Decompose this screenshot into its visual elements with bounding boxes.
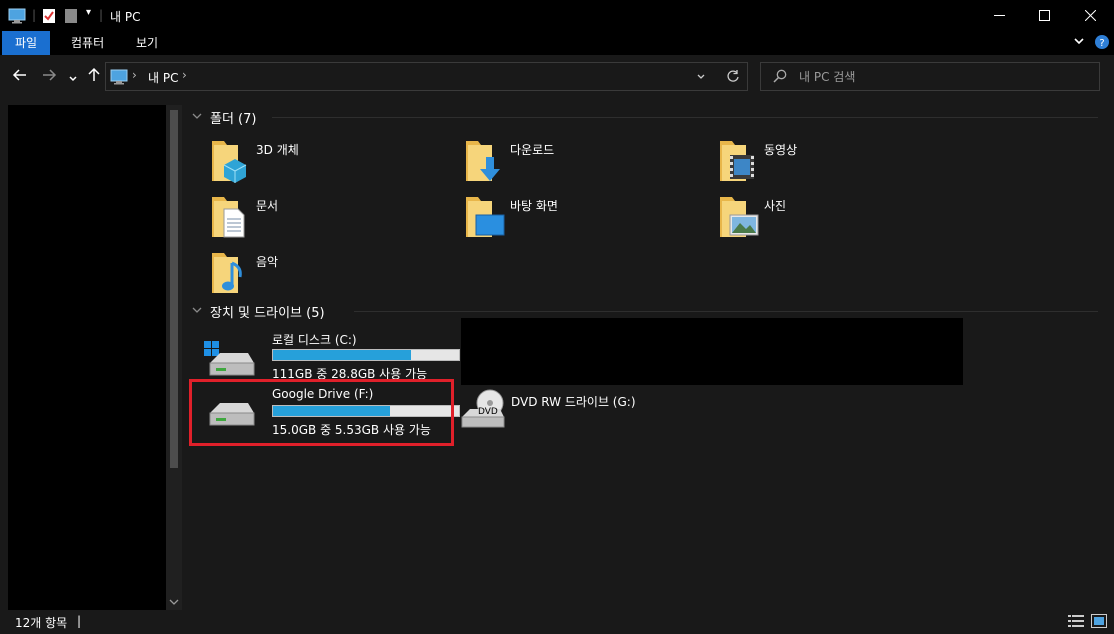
- details-view-icon[interactable]: [1068, 614, 1084, 628]
- large-icons-view-icon[interactable]: [1091, 614, 1107, 628]
- search-input[interactable]: [799, 68, 1089, 86]
- folder-label: 동영상: [764, 143, 798, 157]
- breadcrumb-separator[interactable]: ›: [132, 68, 137, 82]
- drives-group-header[interactable]: 장치 및 드라이브 (5): [192, 302, 325, 321]
- collapse-chevron-icon[interactable]: [192, 111, 202, 124]
- folder-item-videos[interactable]: 동영상: [718, 135, 938, 187]
- help-icon[interactable]: ?: [1094, 34, 1110, 53]
- status-bar: 12개 항목 |: [0, 610, 1114, 634]
- back-button[interactable]: [12, 67, 28, 87]
- windows-drive-icon: [204, 341, 256, 382]
- breadcrumb-separator[interactable]: ›: [182, 68, 187, 82]
- customize-quick-access-icon[interactable]: ▾: [86, 7, 91, 18]
- title-bar: | ▾ | 내 PC: [0, 0, 1114, 31]
- documents-icon: [210, 195, 250, 242]
- breadcrumb-location[interactable]: 내 PC: [148, 69, 178, 86]
- redacted-region: [461, 318, 963, 385]
- drive-label: 로컬 디스크 (C:): [272, 333, 357, 347]
- highlight-box: [189, 379, 454, 446]
- scrollbar-thumb[interactable]: [170, 110, 178, 468]
- scroll-down-icon[interactable]: [169, 595, 179, 609]
- drive-label: DVD RW 드라이브 (G:): [511, 395, 636, 409]
- folder-label: 문서: [256, 199, 279, 213]
- dvd-badge: DVD: [478, 407, 498, 417]
- computer-icon: [8, 8, 26, 27]
- address-bar[interactable]: › 내 PC ›: [105, 62, 748, 91]
- up-button[interactable]: [86, 67, 102, 87]
- navigation-pane-scrollbar[interactable]: [166, 105, 182, 610]
- folder-label: 3D 개체: [256, 143, 299, 157]
- folders-group-label: 폴더 (7): [210, 112, 257, 127]
- navigation-bar: › 내 PC ›: [0, 55, 1114, 99]
- drive-usage-fill: [273, 350, 411, 360]
- dvd-drive-icon: DVD: [460, 389, 506, 434]
- minimize-icon: [993, 15, 1005, 16]
- collapse-chevron-icon[interactable]: [192, 305, 202, 318]
- maximize-icon: [1038, 10, 1050, 21]
- folder-item-downloads[interactable]: 다운로드: [464, 135, 684, 187]
- close-icon: [1084, 10, 1096, 21]
- 3d-objects-icon: [210, 139, 250, 186]
- drive-item-g[interactable]: DVD DVD RW 드라이브 (G:): [460, 387, 720, 443]
- divider: |: [99, 8, 104, 22]
- videos-icon: [718, 139, 758, 186]
- back-arrow-icon: [12, 69, 26, 81]
- search-box[interactable]: [760, 62, 1100, 91]
- folder-item-desktop[interactable]: 바탕 화면: [464, 191, 684, 243]
- chevron-down-icon: [69, 76, 77, 82]
- status-separator: |: [77, 614, 82, 628]
- close-button[interactable]: [1067, 0, 1113, 31]
- item-count: 12개 항목: [15, 616, 68, 630]
- folder-item-pictures[interactable]: 사진: [718, 191, 938, 243]
- address-history-button[interactable]: [696, 71, 706, 85]
- drives-group-label: 장치 및 드라이브 (5): [210, 306, 325, 321]
- refresh-button[interactable]: [726, 69, 740, 86]
- expand-ribbon-icon[interactable]: [1073, 35, 1085, 50]
- forward-button[interactable]: [41, 67, 57, 87]
- svg-text:?: ?: [1099, 38, 1104, 49]
- folder-label: 바탕 화면: [510, 199, 558, 213]
- maximize-button[interactable]: [1021, 0, 1067, 31]
- folder-item-3d-objects[interactable]: 3D 개체: [210, 135, 430, 187]
- pictures-icon: [718, 195, 760, 242]
- ribbon-tabs: 파일 컴퓨터 보기 ?: [0, 31, 1114, 55]
- divider: |: [32, 8, 37, 22]
- folder-label: 음악: [256, 255, 279, 269]
- tab-view[interactable]: 보기: [123, 31, 171, 55]
- folder-item-music[interactable]: 음악: [210, 247, 430, 299]
- new-folder-icon[interactable]: [64, 8, 78, 27]
- computer-icon: [110, 69, 128, 88]
- drive-item-c[interactable]: 로컬 디스크 (C:) 111GB 중 28.8GB 사용 가능: [202, 327, 462, 383]
- up-arrow-icon: [88, 67, 100, 81]
- group-divider: [272, 117, 1098, 118]
- folder-item-documents[interactable]: 문서: [210, 191, 430, 243]
- drive-usage-bar: [272, 349, 460, 361]
- navigation-pane[interactable]: [8, 105, 166, 610]
- chevron-down-icon: [697, 74, 705, 79]
- desktop-icon: [464, 195, 506, 242]
- minimize-button[interactable]: [976, 0, 1022, 31]
- group-divider: [354, 311, 1098, 312]
- music-icon: [210, 251, 250, 298]
- folders-group-header[interactable]: 폴더 (7): [192, 108, 256, 127]
- forward-arrow-icon: [43, 69, 57, 81]
- refresh-icon: [727, 70, 739, 82]
- recent-locations-button[interactable]: [68, 69, 78, 88]
- folder-label: 다운로드: [510, 143, 555, 157]
- window-title: 내 PC: [110, 10, 141, 24]
- properties-icon[interactable]: [42, 8, 56, 27]
- tab-computer[interactable]: 컴퓨터: [58, 31, 117, 55]
- search-icon: [773, 69, 787, 86]
- tab-file[interactable]: 파일: [2, 31, 51, 55]
- folder-label: 사진: [764, 199, 787, 213]
- downloads-icon: [464, 139, 504, 186]
